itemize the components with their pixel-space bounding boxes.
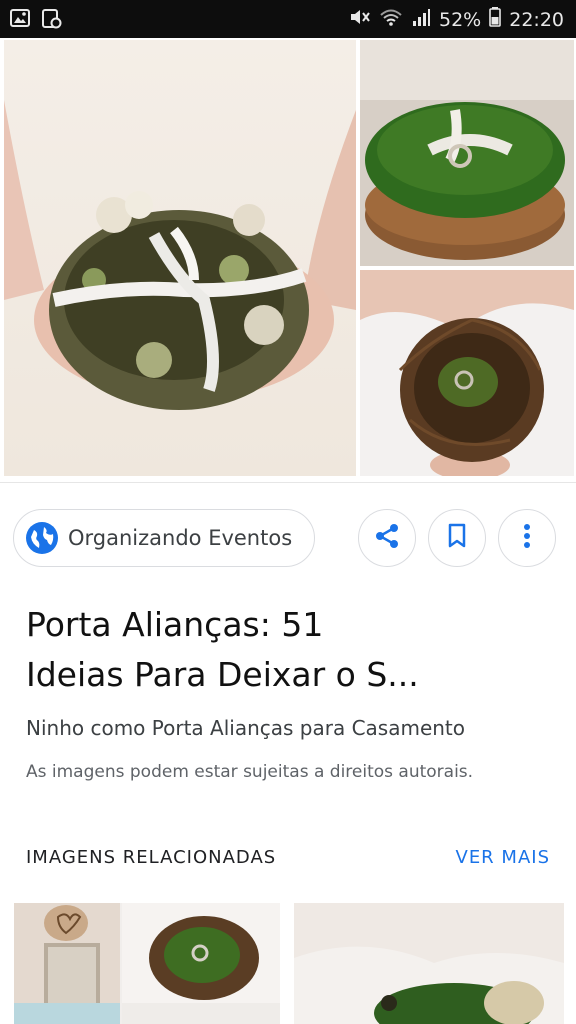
more-options-button[interactable] (498, 509, 556, 567)
related-images-header: IMAGENS RELACIONADAS (26, 847, 277, 868)
result-title[interactable]: Porta Alianças: 51 Ideias Para Deixar o … (26, 600, 556, 700)
result-title-line2: Ideias Para Deixar o S... (26, 655, 419, 694)
share-button[interactable] (358, 509, 416, 567)
status-bar: 52% 22:20 (0, 0, 576, 38)
share-icon (373, 522, 401, 554)
divider (0, 482, 576, 483)
bookmark-button[interactable] (428, 509, 486, 567)
clock: 22:20 (509, 8, 564, 31)
result-subtitle: Ninho como Porta Alianças para Casamento (26, 716, 466, 740)
related-image-2[interactable] (294, 903, 564, 1024)
source-chip[interactable]: Organizando Eventos (13, 509, 315, 567)
see-more-link[interactable]: VER MAIS (456, 847, 551, 868)
battery-percent: 52% (439, 8, 482, 31)
result-title-line1: Porta Alianças: 51 (26, 605, 324, 644)
battery-icon (489, 7, 502, 32)
globe-icon (26, 522, 58, 554)
mute-icon (349, 7, 371, 32)
wifi-icon (379, 7, 403, 32)
bookmark-icon (446, 523, 468, 553)
image-moss-nest-bowl (360, 40, 574, 266)
source-name: Organizando Eventos (68, 526, 293, 550)
signal-icon (411, 7, 431, 32)
screenshot-icon (42, 9, 62, 33)
image-twig-nest-hands (360, 270, 574, 476)
image-ring-nest-flowers (4, 40, 356, 476)
hero-image[interactable] (0, 38, 576, 480)
related-image-1[interactable] (14, 903, 280, 1024)
gallery-icon (10, 9, 30, 33)
more-vert-icon (523, 523, 531, 553)
copyright-notice: As imagens podem estar sujeitas a direit… (26, 762, 474, 782)
